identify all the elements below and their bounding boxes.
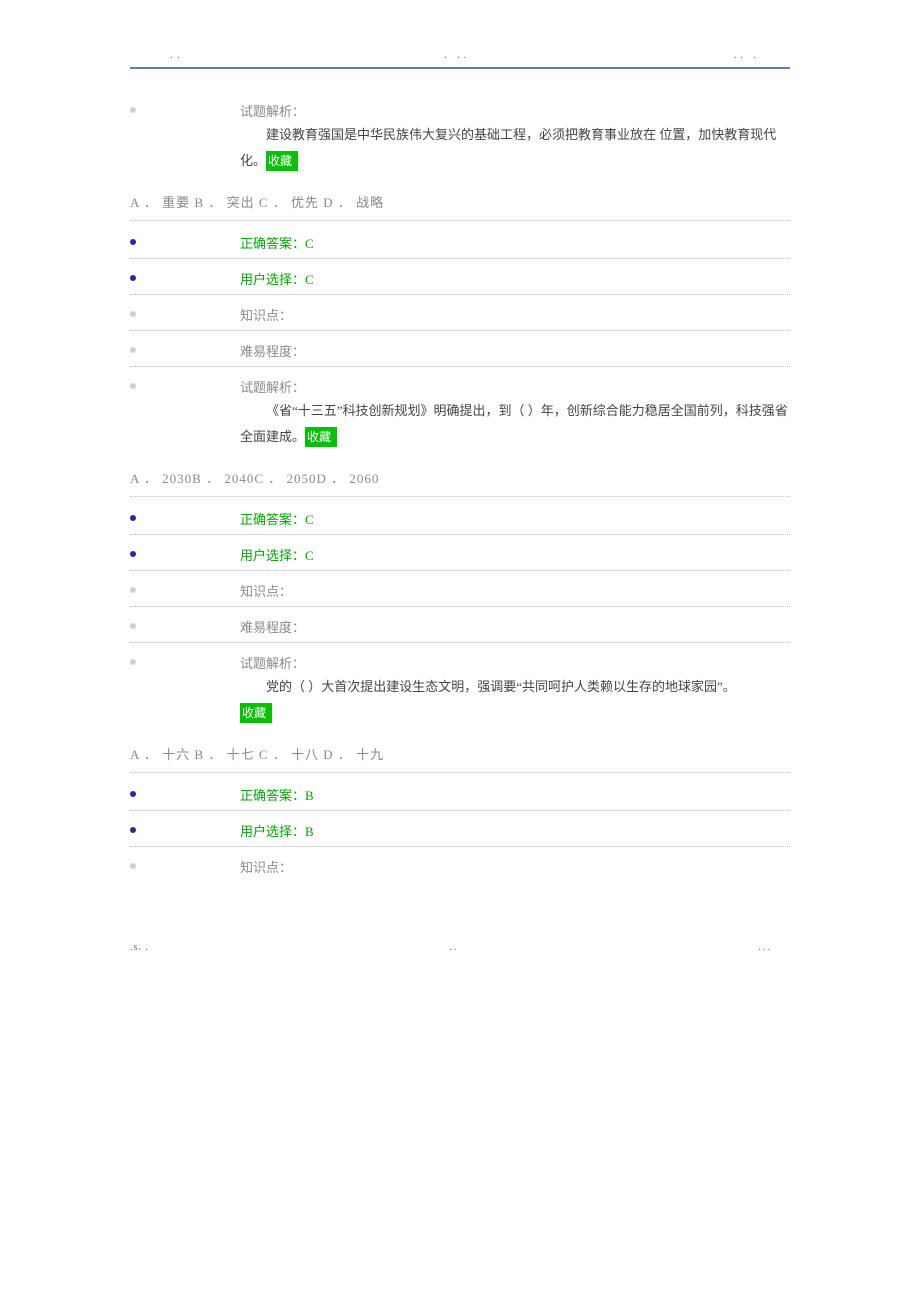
- knowledge-point-item: 知识点：: [130, 303, 790, 331]
- difficulty-label: 难易程度：: [240, 344, 305, 359]
- analysis-label: 试题解析：: [240, 654, 790, 674]
- question-text: 党的（ ）大首次提出建设生态文明，强调要“共同呵护人类赖以生存的地球家园”。收藏: [240, 674, 790, 726]
- bullet-icon: [130, 551, 136, 557]
- favorite-button[interactable]: 收藏: [240, 703, 272, 723]
- bullet-icon: [130, 587, 136, 593]
- options-row: A ． 2030B ． 2040C ． 2050D ． 2060: [130, 468, 790, 497]
- page-header: . . . .. .. .: [130, 50, 790, 69]
- knowledge-point-label: 知识点：: [240, 308, 292, 323]
- favorite-button[interactable]: 收藏: [266, 151, 298, 171]
- bullet-icon: [130, 311, 136, 317]
- knowledge-point-item: 知识点：: [130, 579, 790, 607]
- question-block: 试题解析： 建设教育强国是中华民族伟大复兴的基础工程，必须把教育事业放在 位置，…: [130, 99, 790, 367]
- correct-answer-item: 正确答案：C: [130, 231, 790, 259]
- bullet-icon: [130, 383, 136, 389]
- content-area: 试题解析： 建设教育强国是中华民族伟大复兴的基础工程，必须把教育事业放在 位置，…: [130, 99, 790, 882]
- question-block: 试题解析： 《省“十三五”科技创新规划》明确提出，到（ ）年，创新综合能力稳居全…: [130, 375, 790, 643]
- header-right: .. .: [734, 50, 760, 61]
- correct-answer-label: 正确答案：B: [240, 788, 314, 803]
- analysis-item: 试题解析： 建设教育强国是中华民族伟大复兴的基础工程，必须把教育事业放在 位置，…: [130, 99, 790, 174]
- analysis-item: 试题解析： 《省“十三五”科技创新规划》明确提出，到（ ）年，创新综合能力稳居全…: [130, 375, 790, 450]
- bullet-icon: [130, 107, 136, 113]
- footer-left: .s. .: [130, 942, 149, 953]
- bullet-icon: [130, 863, 136, 869]
- question-text: 建设教育强国是中华民族伟大复兴的基础工程，必须把教育事业放在 位置，加快教育现代…: [240, 122, 790, 174]
- page-footer: .s. . .. ...: [130, 942, 790, 953]
- correct-answer-item: 正确答案：C: [130, 507, 790, 535]
- options-row: A ． 重要 B ． 突出 C ． 优先 D ． 战略: [130, 192, 790, 221]
- footer-right: ...: [759, 942, 773, 953]
- analysis-label: 试题解析：: [240, 378, 790, 398]
- bullet-icon: [130, 347, 136, 353]
- knowledge-point-label: 知识点：: [240, 860, 292, 875]
- user-choice-label: 用户选择：B: [240, 824, 314, 839]
- correct-answer-label: 正确答案：C: [240, 236, 314, 251]
- options-row: A ． 十六 B ． 十七 C ． 十八 D ． 十九: [130, 744, 790, 773]
- footer-mid: ..: [449, 942, 458, 953]
- bullet-icon: [130, 515, 136, 521]
- bullet-icon: [130, 659, 136, 665]
- question-block: 试题解析： 党的（ ）大首次提出建设生态文明，强调要“共同呵护人类赖以生存的地球…: [130, 651, 790, 882]
- bullet-icon: [130, 239, 136, 245]
- difficulty-item: 难易程度：: [130, 339, 790, 367]
- bullet-icon: [130, 623, 136, 629]
- bullet-icon: [130, 827, 136, 833]
- bullet-icon: [130, 275, 136, 281]
- analysis-label: 试题解析：: [240, 102, 790, 122]
- correct-answer-item: 正确答案：B: [130, 783, 790, 811]
- header-mid: . ..: [444, 50, 470, 61]
- header-left: . .: [170, 50, 181, 61]
- correct-answer-label: 正确答案：C: [240, 512, 314, 527]
- question-text: 《省“十三五”科技创新规划》明确提出，到（ ）年，创新综合能力稳居全国前列，科技…: [240, 398, 790, 450]
- knowledge-point-label: 知识点：: [240, 584, 292, 599]
- knowledge-point-item: 知识点：: [130, 855, 790, 882]
- difficulty-item: 难易程度：: [130, 615, 790, 643]
- user-choice-item: 用户选择：C: [130, 267, 790, 295]
- bullet-icon: [130, 791, 136, 797]
- analysis-item: 试题解析： 党的（ ）大首次提出建设生态文明，强调要“共同呵护人类赖以生存的地球…: [130, 651, 790, 726]
- user-choice-item: 用户选择：C: [130, 543, 790, 571]
- favorite-button[interactable]: 收藏: [305, 427, 337, 447]
- user-choice-label: 用户选择：C: [240, 548, 314, 563]
- difficulty-label: 难易程度：: [240, 620, 305, 635]
- user-choice-label: 用户选择：C: [240, 272, 314, 287]
- user-choice-item: 用户选择：B: [130, 819, 790, 847]
